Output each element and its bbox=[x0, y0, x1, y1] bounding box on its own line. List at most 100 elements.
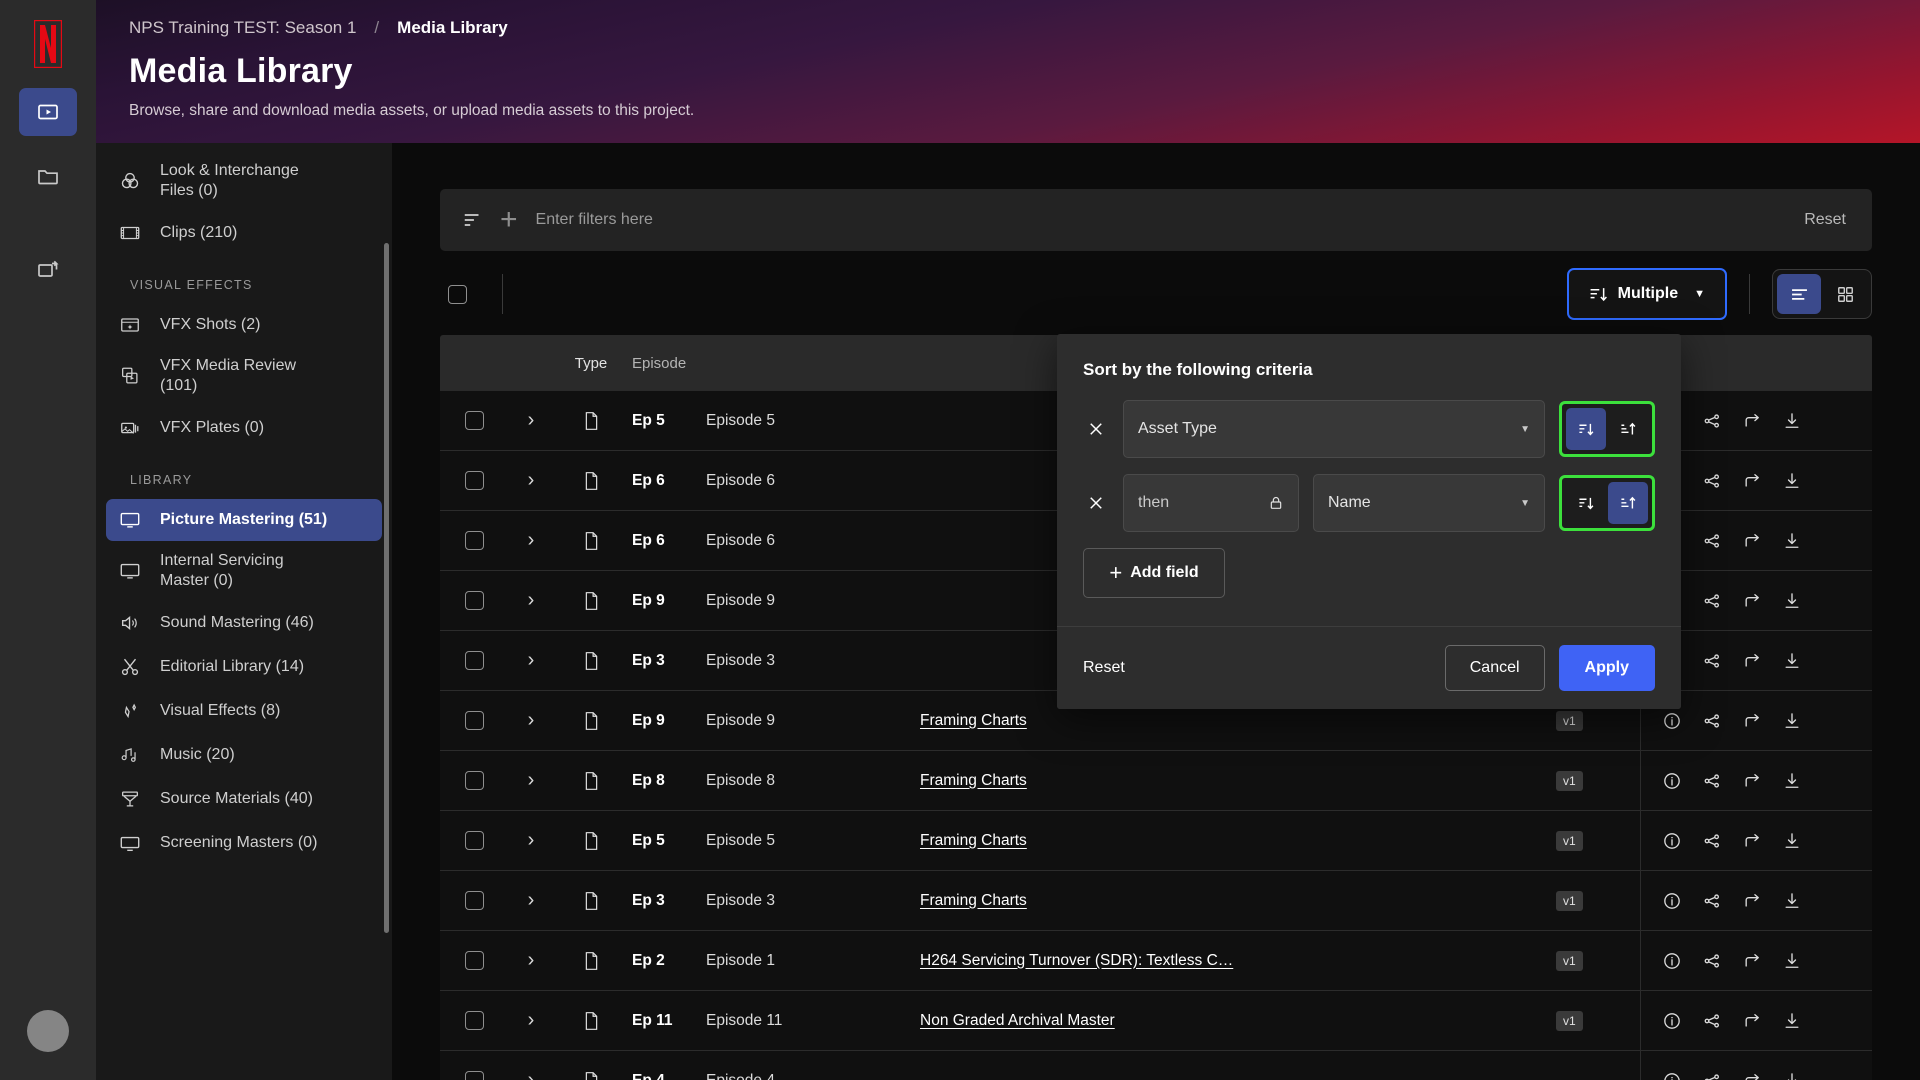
share-icon[interactable] bbox=[1699, 468, 1725, 494]
download-icon[interactable] bbox=[1779, 528, 1805, 554]
sort-reset-button[interactable]: Reset bbox=[1083, 659, 1125, 677]
row-checkbox[interactable] bbox=[464, 1011, 484, 1030]
sidebar-item-editorial-library[interactable]: Editorial Library (14) bbox=[106, 646, 382, 688]
forward-icon[interactable] bbox=[1739, 528, 1765, 554]
list-view-icon[interactable] bbox=[1777, 274, 1821, 314]
share-icon[interactable] bbox=[1699, 528, 1725, 554]
rail-transfer[interactable] bbox=[19, 246, 77, 294]
row-expand-toggle[interactable]: › bbox=[508, 649, 554, 672]
row-asset-link[interactable]: Framing Charts bbox=[920, 772, 1027, 789]
download-icon[interactable] bbox=[1779, 768, 1805, 794]
plus-icon[interactable]: + bbox=[500, 205, 518, 235]
share-icon[interactable] bbox=[1699, 708, 1725, 734]
download-icon[interactable] bbox=[1779, 708, 1805, 734]
forward-icon[interactable] bbox=[1739, 888, 1765, 914]
sidebar-scrollbar[interactable] bbox=[384, 243, 389, 933]
cancel-button[interactable]: Cancel bbox=[1444, 645, 1545, 691]
sort-descending-button-2[interactable] bbox=[1566, 482, 1606, 524]
sidebar-item-vfx-shots[interactable]: VFX Shots (2) bbox=[106, 304, 382, 346]
table-row[interactable]: › Ep 8 Episode 8 Framing Charts v1 bbox=[440, 750, 1872, 811]
share-icon[interactable] bbox=[1699, 828, 1725, 854]
row-expand-toggle[interactable]: › bbox=[508, 1069, 554, 1080]
share-icon[interactable] bbox=[1699, 948, 1725, 974]
info-icon[interactable] bbox=[1659, 828, 1685, 854]
forward-icon[interactable] bbox=[1739, 768, 1765, 794]
sort-field-select-2[interactable]: Name ▼ bbox=[1313, 474, 1545, 532]
download-icon[interactable] bbox=[1779, 888, 1805, 914]
row-checkbox[interactable] bbox=[464, 411, 484, 430]
sort-descending-button-1[interactable] bbox=[1566, 408, 1606, 450]
breadcrumb-project[interactable]: NPS Training TEST: Season 1 bbox=[129, 18, 356, 38]
download-icon[interactable] bbox=[1779, 468, 1805, 494]
row-asset-link[interactable]: Framing Charts bbox=[920, 892, 1027, 909]
row-asset-link[interactable]: H264 Servicing Turnover (SDR): Textless … bbox=[920, 952, 1233, 969]
download-icon[interactable] bbox=[1779, 948, 1805, 974]
row-checkbox[interactable] bbox=[464, 831, 484, 850]
forward-icon[interactable] bbox=[1739, 708, 1765, 734]
forward-icon[interactable] bbox=[1739, 1008, 1765, 1034]
sidebar-item-sound-mastering[interactable]: Sound Mastering (46) bbox=[106, 602, 382, 644]
sidebar-item-screening-masters[interactable]: Screening Masters (0) bbox=[106, 822, 382, 864]
row-checkbox[interactable] bbox=[464, 951, 484, 970]
info-icon[interactable] bbox=[1659, 768, 1685, 794]
info-icon[interactable] bbox=[1659, 948, 1685, 974]
download-icon[interactable] bbox=[1779, 648, 1805, 674]
row-checkbox[interactable] bbox=[464, 651, 484, 670]
row-expand-toggle[interactable]: › bbox=[508, 529, 554, 552]
add-field-button[interactable]: + Add field bbox=[1083, 548, 1225, 598]
share-icon[interactable] bbox=[1699, 1008, 1725, 1034]
info-icon[interactable] bbox=[1659, 1008, 1685, 1034]
sidebar-item-internal-servicing-master[interactable]: Internal Servicing Master (0) bbox=[106, 543, 382, 600]
grid-view-icon[interactable] bbox=[1823, 274, 1867, 314]
row-asset-link[interactable]: Framing Charts bbox=[920, 832, 1027, 849]
row-checkbox[interactable] bbox=[464, 591, 484, 610]
filter-input[interactable] bbox=[535, 211, 1805, 229]
table-row[interactable]: › Ep 2 Episode 1 H264 Servicing Turnover (S… bbox=[440, 930, 1872, 991]
close-icon[interactable] bbox=[1083, 490, 1109, 516]
forward-icon[interactable] bbox=[1739, 408, 1765, 434]
netflix-logo[interactable] bbox=[28, 16, 68, 72]
sidebar-item-picture-mastering[interactable]: Picture Mastering (51) bbox=[106, 498, 382, 541]
forward-icon[interactable] bbox=[1739, 648, 1765, 674]
row-checkbox[interactable] bbox=[464, 891, 484, 910]
rail-media[interactable] bbox=[19, 88, 77, 136]
filter-reset-button[interactable]: Reset bbox=[1804, 211, 1846, 229]
sidebar-item-source-materials[interactable]: Source Materials (40) bbox=[106, 778, 382, 820]
select-all-checkbox[interactable] bbox=[447, 284, 467, 304]
rail-folder[interactable] bbox=[19, 152, 77, 200]
download-icon[interactable] bbox=[1779, 408, 1805, 434]
row-checkbox[interactable] bbox=[464, 471, 484, 490]
row-checkbox[interactable] bbox=[464, 1071, 484, 1080]
share-icon[interactable] bbox=[1699, 588, 1725, 614]
download-icon[interactable] bbox=[1779, 1008, 1805, 1034]
share-icon[interactable] bbox=[1699, 1068, 1725, 1080]
row-asset-link[interactable]: Non Graded Archival Master bbox=[920, 1012, 1115, 1029]
share-icon[interactable] bbox=[1699, 408, 1725, 434]
row-checkbox[interactable] bbox=[464, 771, 484, 790]
row-expand-toggle[interactable]: › bbox=[508, 1009, 554, 1032]
filter-icon[interactable] bbox=[462, 209, 484, 231]
row-expand-toggle[interactable]: › bbox=[508, 469, 554, 492]
row-expand-toggle[interactable]: › bbox=[508, 589, 554, 612]
table-row[interactable]: › Ep 11 Episode 11 Non Graded Archival Mast… bbox=[440, 990, 1872, 1051]
info-icon[interactable] bbox=[1659, 708, 1685, 734]
sidebar-item-music[interactable]: Music (20) bbox=[106, 734, 382, 776]
forward-icon[interactable] bbox=[1739, 1068, 1765, 1080]
row-expand-toggle[interactable]: › bbox=[508, 409, 554, 432]
forward-icon[interactable] bbox=[1739, 468, 1765, 494]
download-icon[interactable] bbox=[1779, 1068, 1805, 1080]
download-icon[interactable] bbox=[1779, 588, 1805, 614]
column-header-episode[interactable]: Episode bbox=[628, 355, 686, 372]
table-row[interactable]: › Ep 3 Episode 3 Framing Charts v1 bbox=[440, 870, 1872, 931]
download-icon[interactable] bbox=[1779, 828, 1805, 854]
close-icon[interactable] bbox=[1083, 416, 1109, 442]
column-header-type[interactable]: Type bbox=[554, 355, 628, 372]
row-checkbox[interactable] bbox=[464, 531, 484, 550]
sort-ascending-button-1[interactable] bbox=[1608, 408, 1648, 450]
sidebar-item-clips[interactable]: Clips (210) bbox=[106, 212, 382, 254]
row-expand-toggle[interactable]: › bbox=[508, 829, 554, 852]
row-expand-toggle[interactable]: › bbox=[508, 949, 554, 972]
share-icon[interactable] bbox=[1699, 648, 1725, 674]
sidebar-item-look-interchange[interactable]: Look & Interchange Files (0) bbox=[106, 153, 382, 210]
row-expand-toggle[interactable]: › bbox=[508, 769, 554, 792]
